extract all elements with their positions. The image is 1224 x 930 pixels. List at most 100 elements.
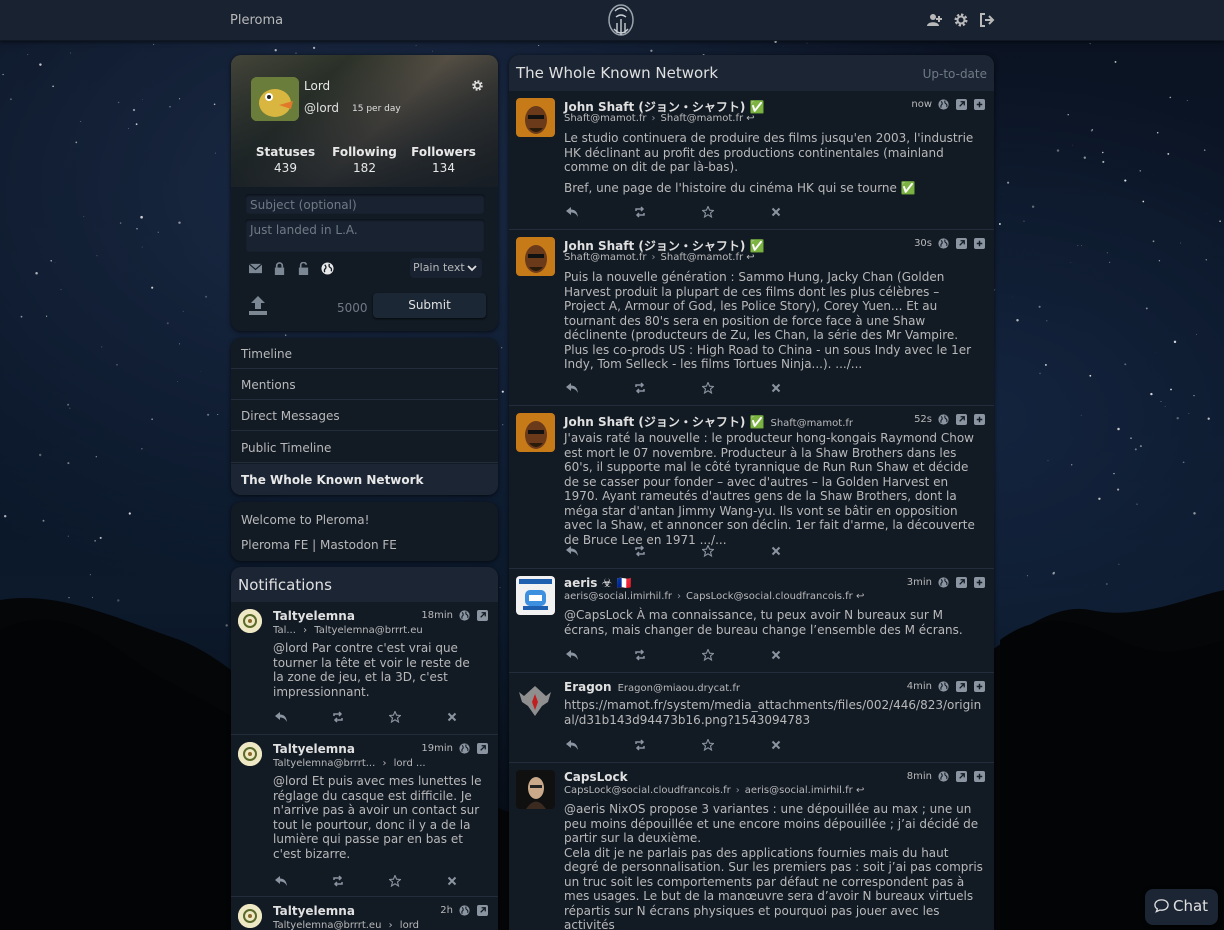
close-icon[interactable] <box>770 649 782 661</box>
sub-to[interactable]: Taltyelemna@brrrt.eu <box>314 625 422 636</box>
avatar[interactable] <box>251 77 299 121</box>
repeat-icon[interactable] <box>634 206 646 218</box>
avatar[interactable] <box>516 98 555 137</box>
sub-from[interactable]: Taltyelemna@brrrt.eu <box>273 920 381 930</box>
author-name[interactable]: CapsLock <box>564 770 634 784</box>
external-link-icon[interactable] <box>956 414 967 425</box>
envelope-icon[interactable] <box>249 262 262 275</box>
sub-from[interactable]: CapsLock@social.cloudfrancois.fr <box>564 785 731 796</box>
close-icon[interactable] <box>446 875 458 887</box>
status-post[interactable]: John Shaft (ジョン・シャフト) ✅ Shaft@mamot.fr 52… <box>509 406 994 569</box>
stat-following[interactable]: Following 182 <box>325 145 404 175</box>
nav-item-whole-known-network[interactable]: The Whole Known Network <box>231 464 498 495</box>
reply-icon[interactable] <box>566 739 578 751</box>
avatar[interactable] <box>238 904 262 928</box>
avatar[interactable] <box>516 576 555 615</box>
nav-item-public-timeline[interactable]: Public Timeline <box>231 432 498 463</box>
author-name[interactable]: aeris ☣ 🇫🇷 <box>564 576 637 590</box>
sub-to[interactable]: Shaft@mamot.fr <box>661 113 744 124</box>
repeat-icon[interactable] <box>634 739 646 751</box>
star-icon[interactable] <box>702 206 714 218</box>
expand-icon[interactable] <box>974 99 985 110</box>
profile-handle[interactable]: @lord <box>304 101 339 115</box>
post-time[interactable]: 30s <box>914 238 932 249</box>
expand-icon[interactable] <box>974 771 985 782</box>
author-name[interactable]: Taltyelemna <box>273 742 355 756</box>
gear-icon[interactable] <box>471 79 484 92</box>
repeat-icon[interactable] <box>634 545 646 557</box>
profile-display-name[interactable]: Lord <box>304 79 330 93</box>
sub-to[interactable]: lord <box>400 920 419 930</box>
nav-item-direct-messages[interactable]: Direct Messages <box>231 400 498 431</box>
subject-input[interactable]: Subject (optional) <box>245 194 485 214</box>
reply-icon[interactable] <box>566 206 578 218</box>
notification-item[interactable]: Taltyelemna 2h Taltyelemna@brrrt.eu › lo… <box>231 897 498 930</box>
post-time[interactable]: 2h <box>440 905 453 916</box>
external-link-icon[interactable] <box>956 577 967 588</box>
external-link-icon[interactable] <box>477 743 488 754</box>
upload-icon[interactable] <box>248 295 268 315</box>
author-name[interactable]: Taltyelemna <box>273 904 355 918</box>
reply-icon[interactable] <box>275 875 287 887</box>
reply-icon[interactable] <box>566 649 578 661</box>
sub-to[interactable]: Shaft@mamot.fr <box>661 252 744 263</box>
status-post[interactable]: John Shaft (ジョン・シャフト) ✅ 30s Shaft@mamot.… <box>509 230 994 406</box>
reply-icon[interactable] <box>275 711 287 723</box>
nav-item-timeline[interactable]: Timeline <box>231 338 498 369</box>
external-link-icon[interactable] <box>956 238 967 249</box>
status-post[interactable]: aeris ☣ 🇫🇷 3min aeris@social.imirhil.fr ›… <box>509 569 994 673</box>
post-time[interactable]: 3min <box>907 577 932 588</box>
frontend-links[interactable]: Pleroma FE | Mastodon FE <box>241 538 498 552</box>
author-name[interactable]: Taltyelemna <box>273 609 355 623</box>
external-link-icon[interactable] <box>477 610 488 621</box>
author-name[interactable]: John Shaft (ジョン・シャフト) ✅ Shaft@mamot.fr <box>564 413 853 430</box>
expand-icon[interactable] <box>974 414 985 425</box>
avatar[interactable] <box>238 742 262 766</box>
repeat-icon[interactable] <box>634 649 646 661</box>
avatar[interactable] <box>516 237 555 276</box>
external-link-icon[interactable] <box>956 99 967 110</box>
avatar[interactable] <box>516 413 555 452</box>
sub-to[interactable]: CapsLock@social.cloudfrancois.fr <box>686 591 853 602</box>
lock-icon[interactable] <box>273 262 286 275</box>
repeat-icon[interactable] <box>634 382 646 394</box>
reply-icon[interactable] <box>566 545 578 557</box>
post-time[interactable]: now <box>911 99 932 110</box>
sub-to[interactable]: lord ... <box>394 758 426 769</box>
author-handle[interactable]: Eragon@miaou.drycat.fr <box>618 683 740 694</box>
reply-icon[interactable] <box>566 382 578 394</box>
author-handle[interactable]: Shaft@mamot.fr <box>770 418 853 429</box>
star-icon[interactable] <box>702 382 714 394</box>
sub-from[interactable]: Taltyelemna@brrrt... <box>273 758 375 769</box>
expand-icon[interactable] <box>974 681 985 692</box>
external-link-icon[interactable] <box>956 771 967 782</box>
status-post[interactable]: John Shaft (ジョン・シャフト) ✅ now Shaft@mamot.… <box>509 91 994 230</box>
nav-item-mentions[interactable]: Mentions <box>231 369 498 400</box>
avatar[interactable] <box>516 680 555 719</box>
star-icon[interactable] <box>702 545 714 557</box>
close-icon[interactable] <box>446 711 458 723</box>
star-icon[interactable] <box>702 739 714 751</box>
external-link-icon[interactable] <box>956 681 967 692</box>
author-name[interactable]: Eragon Eragon@miaou.drycat.fr <box>564 680 740 694</box>
sub-to[interactable]: aeris@social.imirhil.fr <box>745 785 853 796</box>
expand-icon[interactable] <box>974 577 985 588</box>
avatar[interactable] <box>238 609 262 633</box>
notification-item[interactable]: Taltyelemna 19min Taltyelemna@brrrt... ›… <box>231 735 498 897</box>
sub-from[interactable]: Shaft@mamot.fr <box>564 113 647 124</box>
close-icon[interactable] <box>770 382 782 394</box>
sub-from[interactable]: Tal... <box>273 625 296 636</box>
logout-icon[interactable] <box>979 12 995 28</box>
format-select[interactable]: Plain text <box>410 258 482 278</box>
star-icon[interactable] <box>389 711 401 723</box>
notification-item[interactable]: Taltyelemna 18min Tal... › Taltyelemna@b… <box>231 602 498 735</box>
status-textarea[interactable]: Just landed in L.A. <box>245 219 485 252</box>
repeat-icon[interactable] <box>332 875 344 887</box>
sub-from[interactable]: Shaft@mamot.fr <box>564 252 647 263</box>
status-link[interactable]: https://mamot.fr/system/media_attachment… <box>564 698 984 727</box>
status-post[interactable]: CapsLock 8min CapsLock@social.cloudfranc… <box>509 763 994 930</box>
chat-button[interactable]: Chat <box>1145 889 1218 925</box>
post-time[interactable]: 19min <box>421 743 453 754</box>
post-time[interactable]: 52s <box>914 414 932 425</box>
expand-icon[interactable] <box>974 238 985 249</box>
